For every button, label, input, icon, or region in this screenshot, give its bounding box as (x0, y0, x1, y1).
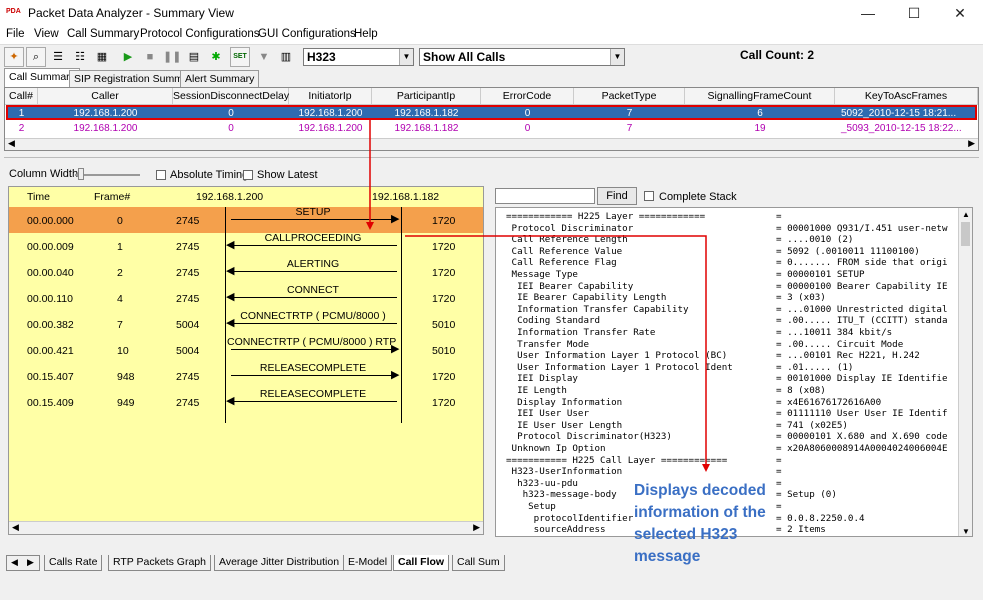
callout-arrows (366, 120, 710, 472)
callout-arrowhead-annotation (702, 464, 710, 472)
annotation-text: Displays decoded information of the sele… (634, 482, 766, 565)
callout-arrowhead-down (366, 222, 374, 230)
callout-line-right (405, 235, 707, 464)
